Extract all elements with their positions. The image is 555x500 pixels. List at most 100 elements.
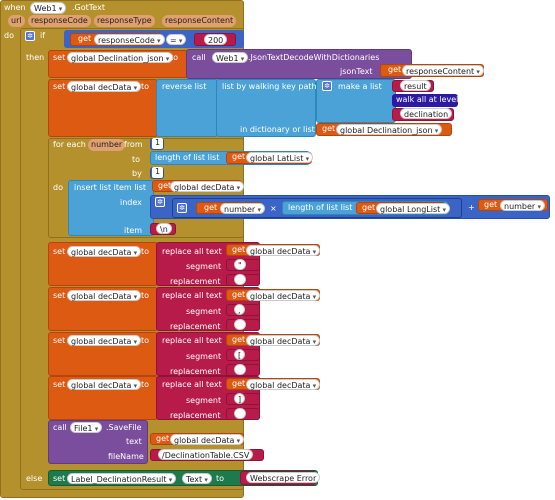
reverse-list-label: reverse list [162,82,207,91]
replacement-quote-value[interactable] [234,274,246,285]
param-responsecode[interactable]: responseCode [28,15,91,27]
length-of-list-label: length of list list [155,153,220,162]
replacement-rbracket-value[interactable] [234,408,246,419]
call-label: call [192,53,206,62]
to-label: to [141,247,150,256]
jsontext-arg-label: jsonText [340,67,373,76]
latlist-var-chip[interactable]: global LatList [246,152,314,163]
to-label: to [132,155,141,164]
longlist-var-chip[interactable]: global LongList [376,203,451,214]
decdata-replace-rbracket-chip[interactable]: global decData [67,379,142,390]
make-list-mutator-icon[interactable]: ✲ [322,81,332,91]
when-label: when [4,3,26,12]
text-declination-value[interactable]: declination [400,108,453,119]
set-label: set [53,82,66,91]
decdata-source-rbracket-chip[interactable]: global decData [246,379,321,390]
segment-comma-value[interactable]: , [234,304,245,315]
walk-all-at-level-label: walk all at level [396,95,459,104]
set-label: set [53,474,66,483]
get-label: get [232,335,246,344]
segment-label: segment [186,262,222,271]
text-filename-value[interactable]: /DeclinationTable.CSV [158,449,254,460]
get-label: get [78,34,92,43]
replace-all-text-label: replace all text [162,380,222,389]
to-label: to [216,474,225,483]
decdata-source-quote-chip[interactable]: global decData [246,245,321,256]
responsecontent-var-chip[interactable]: responseContent [402,65,484,76]
to-label: to [170,53,179,62]
in-dictionary-label: in dictionary or list [240,125,315,134]
decdata-replace-lbracket-chip[interactable]: global decData [67,335,142,346]
get-label: get [322,124,336,133]
declination-json-get-chip[interactable]: global Declination_json [336,124,443,135]
to-label: to [141,291,150,300]
get-label: get [232,379,246,388]
set-label: set [53,336,66,345]
get-label: get [484,200,498,209]
walk-key-path-label: list by walking key path [222,82,317,91]
param-responsecontent[interactable]: responseContent [162,15,237,27]
equals-operator-dropdown[interactable]: = [166,34,187,45]
if-mutator-icon[interactable]: ✲ [25,31,35,41]
plus-mutator-icon[interactable]: ✲ [155,197,165,207]
then-label: then [26,53,45,62]
get-label: get [232,245,246,254]
multiply-mutator-icon[interactable]: ✲ [177,203,187,213]
param-url[interactable]: url [8,15,25,27]
index-label: index [120,198,142,207]
param-responsetype[interactable]: responseType [94,15,155,27]
to-label: to [141,336,150,345]
text-arg-label: text [126,437,142,446]
decdata-source-comma-chip[interactable]: global decData [246,290,321,301]
plus-label: + [468,203,475,212]
to-label: to [141,82,150,91]
decdata-var-chip[interactable]: global decData [67,81,142,92]
get-label: get [362,203,376,212]
file1-component-chip[interactable]: File1 [70,422,103,433]
set-label: set [53,247,66,256]
replacement-label: replacement [170,277,221,286]
savefile-method-label: .SaveFile [106,423,142,432]
number-plus-var-chip[interactable]: number [500,200,545,211]
text-property-chip[interactable]: Text [182,473,212,484]
get-label: get [232,152,246,161]
replacement-label: replacement [170,322,221,331]
decdata-insert-chip[interactable]: global decData [170,181,245,192]
segment-quote-value[interactable]: " [234,259,246,270]
label-declination-result-chip[interactable]: Label_DeclinationResult [67,473,177,484]
number-var-chip[interactable]: number [220,203,265,214]
segment-label: segment [186,352,222,361]
text-newline-value[interactable]: \n [156,223,172,234]
call-label: call [53,423,67,432]
from-number-value[interactable]: 1 [152,138,164,149]
decdata-replace-quote-chip[interactable]: global decData [67,246,142,257]
text-result-value[interactable]: result [400,80,431,91]
get-label: get [388,65,402,74]
from-label: from [124,140,143,149]
replace-all-text-label: replace all text [162,291,222,300]
replace-all-text-label: replace all text [162,247,222,256]
else-label: else [26,474,43,483]
responsecode-var-chip[interactable]: responseCode [94,34,165,45]
replace-all-text-label: replace all text [162,336,222,345]
by-number-value[interactable]: 1 [152,167,164,178]
loop-var-number-chip[interactable]: number [88,139,126,151]
set-label: set [53,380,66,389]
insert-list-item-label: insert list item list [74,183,147,192]
length-of-list-label: length of list list [288,203,353,212]
decdata-source-lbracket-chip[interactable]: global decData [246,335,321,346]
declination-json-var-chip[interactable]: global Declination_json [67,52,174,63]
replacement-lbracket-value[interactable] [234,364,246,375]
replacement-comma-value[interactable] [234,319,246,330]
decdata-save-chip[interactable]: global decData [170,434,245,445]
web1-call-component-chip[interactable]: Web1 [212,52,249,63]
if-label: if [40,31,46,40]
do-label: do [4,31,14,40]
text-webscrape-error-value[interactable]: Webscrape Error [246,472,321,483]
text-200-value[interactable]: 200 [204,34,228,45]
by-label: by [132,169,142,178]
web1-component-dropdown[interactable]: Web1 [30,2,67,14]
event-name-label: .GotText [72,3,105,12]
decdata-replace-comma-chip[interactable]: global decData [67,290,142,301]
get-label: get [232,290,246,299]
